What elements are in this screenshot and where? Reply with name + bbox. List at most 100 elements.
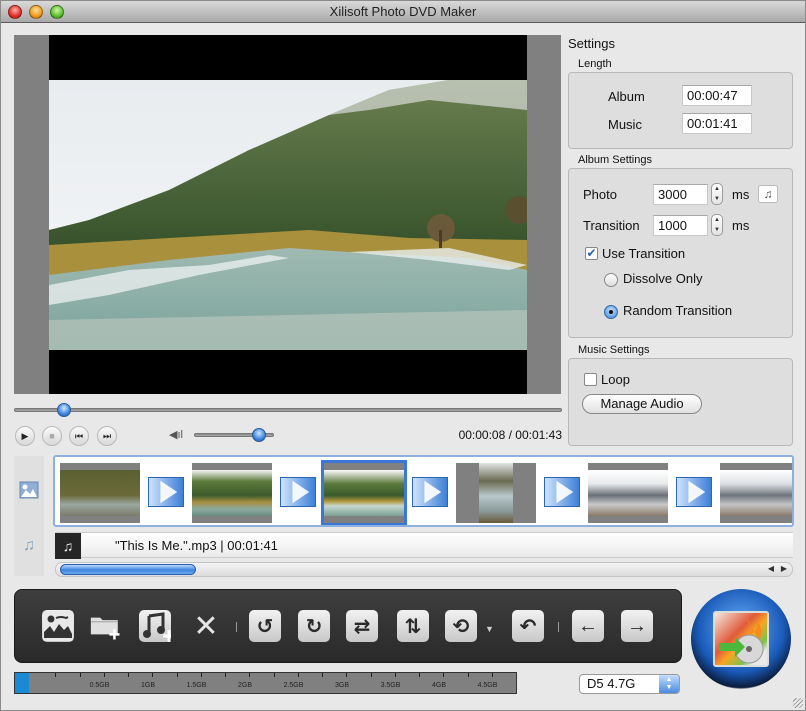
burn-dvd-button[interactable] [691, 589, 791, 689]
transition-duration-label: Transition [583, 218, 640, 233]
photo-thumbnail[interactable] [456, 463, 536, 523]
transition-duration-stepper[interactable]: ▲ ▼ [711, 214, 723, 236]
photo-thumbnail[interactable] [60, 463, 140, 523]
use-transition-checkbox[interactable]: ✔ [585, 247, 598, 260]
transition-marker[interactable] [148, 477, 184, 507]
capacity-tick-label: 4GB [431, 682, 447, 689]
music-note-icon: ♫ [55, 533, 81, 559]
edit-toolbar: ✕ ↺ ↻ ⇄ ⇅ ⟲ ▼ ↶ ← → [14, 589, 682, 663]
photo-thumbnail[interactable] [720, 463, 792, 523]
length-group: Album 00:00:47 Music 00:01:41 [568, 72, 793, 149]
dissolve-only-radio[interactable] [604, 273, 618, 287]
transition-marker[interactable] [412, 477, 448, 507]
album-settings-label: Album Settings [578, 154, 652, 166]
music-track-row[interactable]: ♫ "This Is Me.".mp3 | 00:01:41 [55, 532, 793, 559]
flip-horizontal-icon: ⇄ [353, 615, 371, 638]
preview-pane [14, 35, 561, 394]
use-transition-label[interactable]: Use Transition [602, 246, 685, 261]
loop-checkbox[interactable] [584, 373, 597, 386]
capacity-tick [176, 673, 178, 677]
skip-forward-icon: ⏭ [102, 430, 112, 441]
photo-duration-stepper[interactable]: ▲ ▼ [711, 183, 723, 205]
stepper-down-icon[interactable]: ▼ [714, 227, 720, 233]
capacity-tick [297, 673, 299, 677]
capacity-tick [394, 673, 396, 677]
capacity-tick-label: 2GB [237, 682, 253, 689]
transition-marker[interactable] [280, 477, 316, 507]
volume-slider-knob[interactable] [252, 428, 266, 442]
capacity-tick [419, 673, 420, 677]
undo-button[interactable]: ↶ [512, 610, 544, 642]
transition-duration-unit: ms [732, 218, 750, 233]
next-button[interactable]: ⏭ [97, 426, 117, 446]
add-folder-icon [90, 617, 120, 640]
timeline-horizontal-scrollbar[interactable]: ◀ ▶ [55, 562, 793, 577]
track-selector: ♫ [14, 456, 44, 576]
add-music-button[interactable] [139, 610, 171, 642]
capacity-tick-label: 3GB [334, 682, 350, 689]
previous-button[interactable]: ⏮ [69, 426, 89, 446]
playback-timecode: 00:00:08 / 00:01:43 [458, 428, 562, 442]
transition-dropdown-icon[interactable]: ▼ [485, 624, 494, 634]
scroll-right-icon[interactable]: ▶ [781, 564, 787, 573]
add-music-icon [143, 612, 171, 642]
move-right-button[interactable]: → [621, 610, 653, 642]
play-button[interactable]: ▶ [15, 426, 35, 446]
music-track-icon[interactable]: ♫ [19, 536, 39, 556]
photo-duration-input[interactable] [653, 184, 708, 205]
photo-duration-unit: ms [732, 187, 750, 202]
capacity-tick [200, 673, 202, 677]
scrollbar-thumb[interactable] [60, 564, 196, 575]
music-length-label: Music [608, 117, 642, 132]
burn-dvd-icon [713, 611, 769, 667]
play-icon: ▶ [21, 430, 29, 441]
stepper-down-icon[interactable]: ▼ [714, 196, 720, 202]
photo-filmstrip[interactable] [53, 455, 794, 527]
music-settings-label: Music Settings [578, 344, 650, 356]
capacity-tick [273, 673, 275, 677]
window-resize-grip[interactable] [793, 698, 803, 708]
photo-track-icon[interactable] [19, 481, 39, 501]
add-folder-button[interactable] [90, 610, 122, 642]
flip-vertical-icon: ⇅ [404, 615, 422, 638]
scroll-left-icon[interactable]: ◀ [768, 564, 774, 573]
random-transition-label[interactable]: Random Transition [623, 303, 732, 318]
album-settings-group: Photo ▲▼ ms ♫ Transition ▲▼ ms ✔ Use Tra… [568, 168, 793, 338]
seek-slider-knob[interactable] [56, 403, 71, 417]
capacity-tick [346, 673, 348, 677]
preview-image [49, 80, 527, 350]
stepper-up-icon[interactable]: ▲ [714, 217, 720, 223]
move-left-button[interactable]: ← [572, 610, 604, 642]
stop-button[interactable]: ■ [42, 426, 62, 446]
flip-vertical-button[interactable]: ⇅ [397, 610, 429, 642]
photo-thumbnail[interactable] [192, 463, 272, 523]
volume-slider[interactable] [194, 428, 274, 442]
delete-button[interactable]: ✕ [190, 610, 222, 643]
transition-marker[interactable] [676, 477, 712, 507]
playback-seek-slider[interactable] [14, 403, 562, 417]
disc-type-value: D5 4.7G [587, 676, 636, 691]
undo-icon: ↶ [519, 615, 537, 638]
arrow-left-icon: ← [578, 614, 598, 637]
add-photo-button[interactable] [42, 610, 74, 642]
dissolve-only-label[interactable]: Dissolve Only [623, 271, 702, 286]
transition-marker[interactable] [544, 477, 580, 507]
random-transition-radio[interactable] [604, 305, 618, 319]
toolbar-separator [558, 622, 559, 632]
rotate-left-button[interactable]: ↺ [249, 610, 281, 642]
loop-label[interactable]: Loop [601, 372, 630, 387]
flip-horizontal-button[interactable]: ⇄ [346, 610, 378, 642]
select-arrows-icon: ▲ ▼ [659, 675, 679, 693]
manage-audio-button[interactable]: Manage Audio [582, 394, 702, 414]
photo-thumbnail[interactable] [588, 463, 668, 523]
length-group-label: Length [578, 58, 612, 70]
rotate-right-button[interactable]: ↻ [298, 610, 330, 642]
photo-duration-label: Photo [583, 187, 617, 202]
photo-thumbnail-selected[interactable] [321, 460, 407, 525]
sync-to-music-button[interactable]: ♫ [758, 185, 778, 203]
stepper-up-icon[interactable]: ▲ [714, 186, 720, 192]
disc-type-select[interactable]: D5 4.7G ▲ ▼ [579, 674, 680, 694]
transition-effect-button[interactable]: ⟲ [445, 610, 477, 642]
volume-icon[interactable]: ◀ıl [169, 428, 183, 441]
transition-duration-input[interactable] [653, 215, 708, 236]
